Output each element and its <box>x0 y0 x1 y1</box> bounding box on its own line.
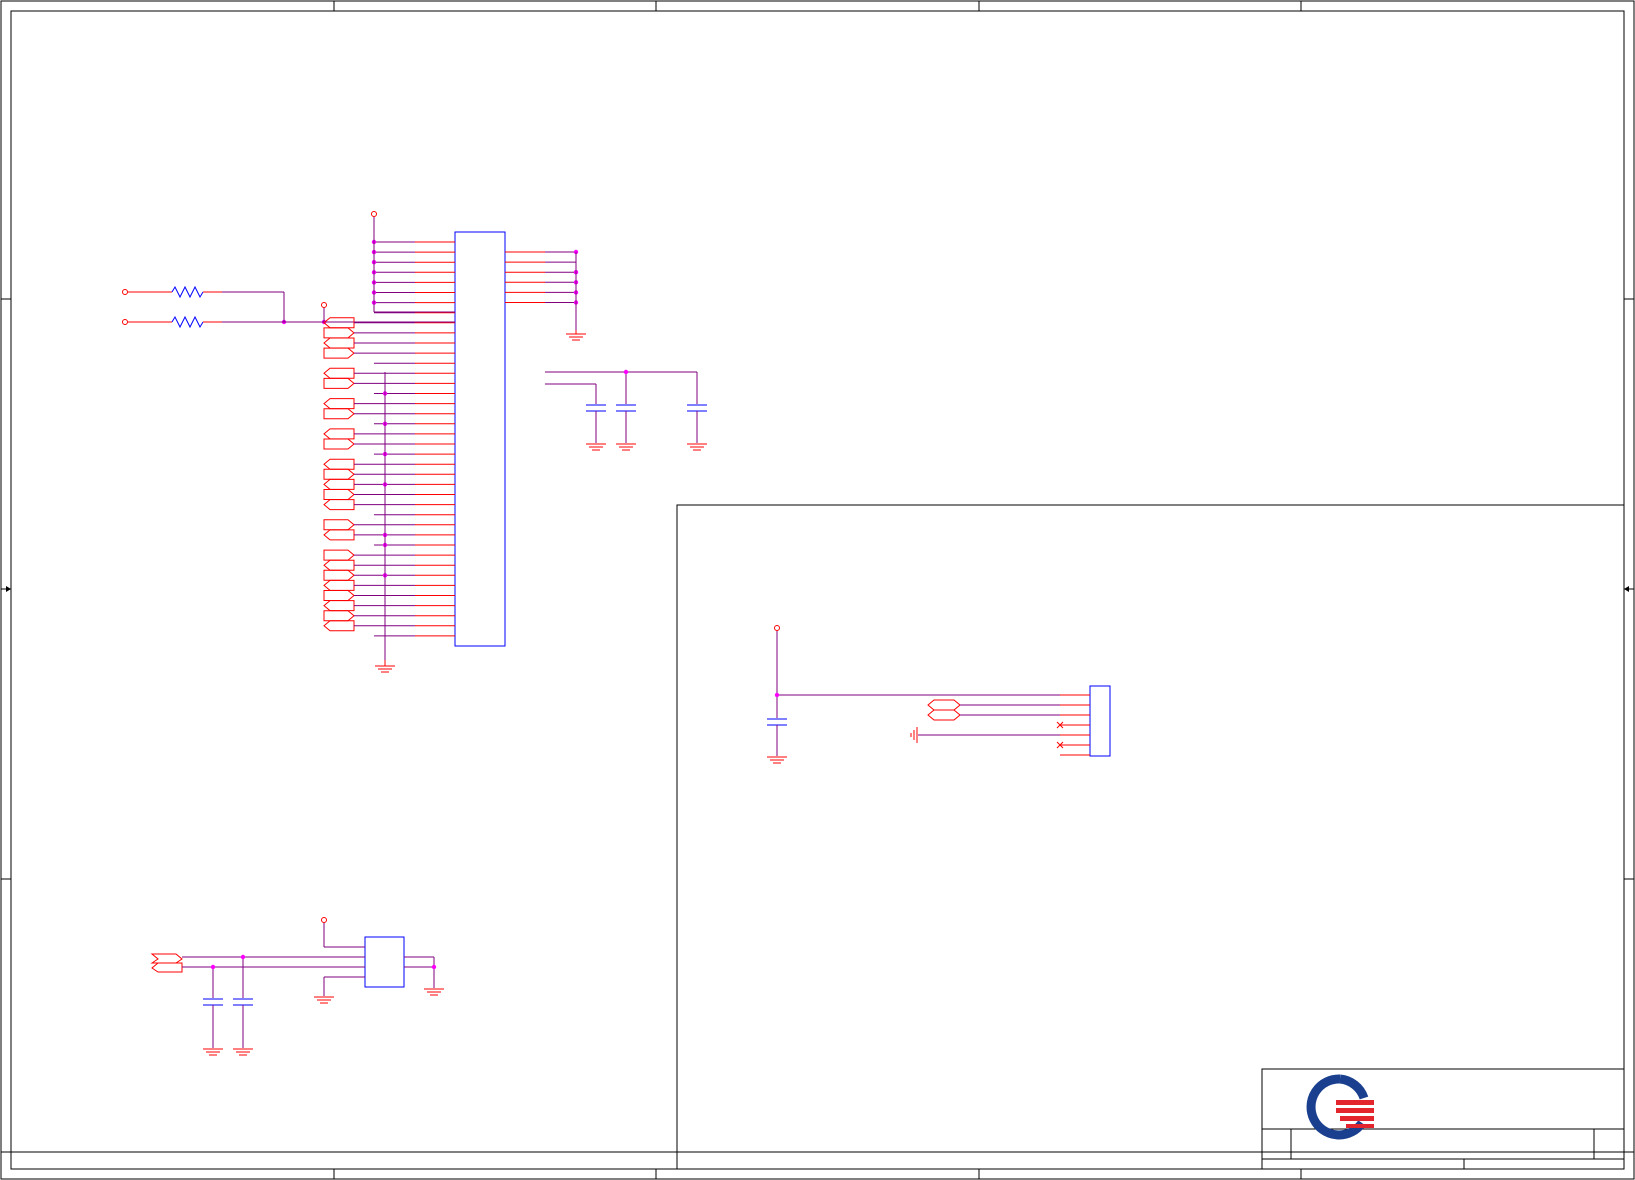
capacitor-c6 <box>767 718 787 726</box>
net-label-left <box>323 408 374 420</box>
u1-right-pins <box>505 249 579 305</box>
gnd-symbol-c5 <box>233 1048 253 1056</box>
net-label-j1-b <box>927 709 961 721</box>
sheet-frame <box>0 0 1635 1170</box>
net-label-left <box>323 569 374 581</box>
net-label-left <box>323 549 374 561</box>
net-label-left <box>323 367 374 379</box>
gnd-symbol-c6 <box>767 756 787 764</box>
power-port-vcc-top <box>371 211 377 217</box>
power-port-pullup <box>321 302 327 308</box>
outer-border <box>0 0 1635 1180</box>
gnd-symbol-u2-left <box>314 996 334 1004</box>
net-label-left <box>323 519 374 531</box>
center-arrows <box>1 586 1634 592</box>
net-label-left <box>323 398 374 410</box>
capacitor-c4 <box>203 998 223 1006</box>
title-block <box>1261 1068 1625 1170</box>
gnd-symbol-u1-right <box>566 330 586 341</box>
zone-ticks <box>1 1 1634 1179</box>
net-label-left <box>323 428 374 440</box>
net-label-left <box>323 529 374 541</box>
gnd-symbol-c4 <box>203 1048 223 1056</box>
power-port-u2 <box>321 917 327 923</box>
gnd-symbol-u1-left <box>375 660 395 673</box>
resistor-r2 <box>171 315 204 329</box>
capacitor-c3 <box>687 404 707 412</box>
net-label-left <box>323 458 374 470</box>
net-label-left <box>323 468 374 480</box>
net-label-left <box>323 478 374 490</box>
net-label-left <box>323 317 374 329</box>
net-label-left <box>323 438 374 450</box>
gnd-symbol-c2 <box>616 443 636 451</box>
capacitor-c5 <box>233 998 253 1006</box>
resistor-r1 <box>171 285 204 299</box>
capacitor-c2 <box>616 404 636 412</box>
net-label-u2-a <box>150 953 183 964</box>
net-label-left <box>323 600 374 612</box>
decoupling-caps <box>545 369 707 451</box>
power-port-j1 <box>774 625 780 631</box>
net-label-left <box>323 590 374 601</box>
net-label-left <box>323 579 374 591</box>
net-label-left <box>323 620 374 632</box>
capacitor-c1 <box>586 404 606 412</box>
net-label-left <box>323 327 374 339</box>
net-label-left <box>323 337 374 349</box>
company-logo-icon <box>1306 1074 1374 1140</box>
u1-left-pins <box>281 239 455 637</box>
gnd-symbol-c3 <box>687 443 707 451</box>
net-label-j1-a <box>927 699 961 711</box>
gnd-symbol-u2-right <box>424 988 444 996</box>
net-label-left <box>323 610 374 622</box>
net-label-left <box>323 347 374 359</box>
connector-j1 <box>767 625 1111 764</box>
schematic-sheet <box>0 0 1635 1180</box>
net-labels-left <box>323 317 374 632</box>
net-label-left <box>323 559 374 571</box>
net-label-left <box>323 489 374 500</box>
power-port-r2 <box>122 319 128 325</box>
gnd-symbol-c1 <box>586 443 606 451</box>
chassis-gnd-symbol <box>910 727 918 743</box>
power-port-r1 <box>122 289 128 295</box>
net-label-left <box>323 499 374 511</box>
net-label-left <box>323 377 374 389</box>
net-label-u2-b <box>151 962 183 973</box>
regulator-u2 <box>150 917 444 1056</box>
